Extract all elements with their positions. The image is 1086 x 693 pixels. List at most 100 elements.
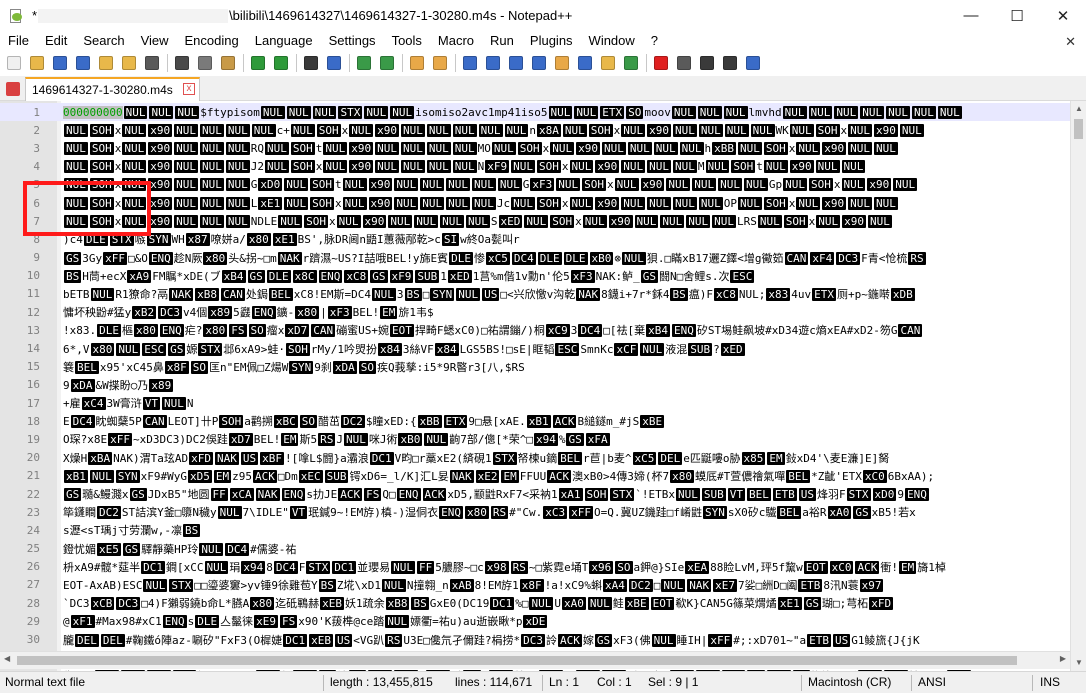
line-number: 18	[26, 414, 40, 428]
title-prefix: *	[32, 8, 38, 23]
tab-list-icon[interactable]	[6, 82, 20, 96]
cut-button[interactable]	[172, 53, 192, 73]
save-button[interactable]	[50, 53, 70, 73]
line-content: 朧 DEL DEL #鞠鐵ó陣az-唰矽"FxF3(O樨婕 DC1 xEB US <VG趴 RS…	[63, 633, 920, 647]
line-content: NUL SOH x NUL x90 NUL NUL NUL NUL c+ NUL SOH x NUL x90…	[64, 123, 924, 137]
undo-button[interactable]	[248, 53, 268, 73]
line-number: 19	[26, 432, 40, 446]
tab-close-icon[interactable]: x	[183, 83, 195, 95]
status-encoding[interactable]: ANSI	[918, 675, 946, 689]
menu-run[interactable]: Run	[482, 31, 522, 51]
run-macro-multiple-button[interactable]	[720, 53, 740, 73]
menu-encoding[interactable]: Encoding	[177, 31, 247, 51]
sync-v-icon	[410, 56, 424, 70]
redacted-path	[38, 8, 229, 23]
line-number: 22	[26, 487, 40, 501]
print-button[interactable]	[142, 53, 162, 73]
zoom-in-button[interactable]	[354, 53, 374, 73]
line-content: 慵坏秧鼢#猛y xB2 DC3 v4個 x89 5鼝 ENQ 鑛-x80 | xF3 BEL! EM 旂…	[63, 306, 434, 320]
vertical-scrollbar[interactable]: ▲ ▼	[1070, 101, 1086, 671]
stop-macro-button[interactable]	[674, 53, 694, 73]
menu-settings[interactable]: Settings	[321, 31, 384, 51]
close-all-button[interactable]	[119, 53, 139, 73]
redo-button[interactable]	[271, 53, 291, 73]
line-number: 23	[26, 505, 40, 519]
scroll-down-icon[interactable]: ▼	[1071, 655, 1086, 671]
menu-help[interactable]: ?	[643, 31, 666, 51]
scroll-left-icon[interactable]: ◀	[4, 654, 10, 663]
line-number: 25	[26, 542, 40, 556]
play-macro-button[interactable]	[697, 53, 717, 73]
udl-button[interactable]	[529, 53, 549, 73]
scroll-up-icon[interactable]: ▲	[1071, 101, 1086, 117]
line-number: 21	[26, 469, 40, 483]
line-content: NUL SOH x NUL x90 NUL NUL NUL GxD0 NUL SOH t NUL x90 N…	[64, 178, 918, 192]
minimize-button[interactable]: —	[948, 0, 994, 31]
sync-h-button[interactable]	[430, 53, 450, 73]
save-all-button[interactable]	[73, 53, 93, 73]
close-button[interactable]	[96, 53, 116, 73]
sync-v-button[interactable]	[407, 53, 427, 73]
line-number: 4	[33, 160, 40, 174]
line-content: `DC3 xCB DC3 □4)F獺弱鐃b命L*臙A x80 迄砥鶤赫 xEB 妖1疏余 xB8…	[63, 597, 894, 611]
menu-tools[interactable]: Tools	[384, 31, 430, 51]
tab-bar: 1469614327-1-30280.m4s x	[0, 76, 1086, 101]
replace-button[interactable]	[324, 53, 344, 73]
editor-line: 17 +雇 xC4 3W膏浒 VT NUL N	[0, 394, 1070, 412]
editor-line: 23 筚鑝瞷 DC2 ST詰滨Y釜□隳N穢y NUL 7\IDLE" VT 珉鍼9~!EM斿)…	[0, 503, 1070, 521]
find-button[interactable]	[301, 53, 321, 73]
line-content: X燥H xBA NAK)渭Ta玹AD xFD NAK US xBF ![嗱L$闘}a灞浪 DC1…	[63, 451, 890, 465]
doc-map-button[interactable]	[552, 53, 572, 73]
indent-guide-button[interactable]	[506, 53, 526, 73]
menu-language[interactable]: Language	[247, 31, 321, 51]
line-content: NUL SOH x NUL x90 NUL NUL NUL NDLE NUL SOH x NUL x90 N…	[64, 214, 892, 228]
save-macro-button[interactable]	[743, 53, 763, 73]
new-file-button[interactable]	[4, 53, 24, 73]
horizontal-scrollbar[interactable]: ◀ ▶	[0, 651, 1070, 669]
status-file-type: Normal text file	[5, 675, 86, 689]
monitoring-button[interactable]	[621, 53, 641, 73]
editor-line: 10 BS H茼+ecX xA9 FM瞩*xDE(ブ xB4 GS DLE x8C ENQ xC8 G…	[0, 267, 1070, 285]
status-eol[interactable]: Macintosh (CR)	[808, 675, 891, 689]
record-macro-button[interactable]	[651, 53, 671, 73]
line-content: E DC4 眈蜘蘖5P CAN LEOT]卄P SOH a鹳搠 xBC SO 醋茁 DC2 $瞳xED…	[63, 415, 665, 429]
status-column: Col : 1	[597, 675, 632, 689]
maximize-button[interactable]: ☐	[994, 0, 1040, 31]
copy-button[interactable]	[195, 53, 215, 73]
line-number: 27	[26, 578, 40, 592]
menu-search[interactable]: Search	[75, 31, 132, 51]
line-number: 2	[33, 123, 40, 137]
udl-icon	[532, 56, 546, 70]
tab-document[interactable]: 1469614327-1-30280.m4s x	[25, 77, 200, 101]
horizontal-scroll-thumb[interactable]	[17, 656, 1017, 665]
open-file-button[interactable]	[27, 53, 47, 73]
line-content: 000000000 NUL NUL NUL $ftypisom NUL NUL NUL STX N…	[63, 105, 962, 119]
line-content: EOT-AxAB)ESC NUL STX □□瑬婆窶>yv锤9徐雞苞Y BS Z埖\xD1…	[63, 578, 884, 592]
save-icon	[53, 56, 67, 70]
scroll-right-icon[interactable]: ▶	[1060, 654, 1066, 663]
editor[interactable]: 1 000000000 NUL NUL NUL $ftypisom NUL NUL NUL STX…	[0, 101, 1086, 671]
status-bar: Normal text file length : 13,455,815 lin…	[0, 671, 1086, 693]
show-all-chars-button[interactable]	[483, 53, 503, 73]
folder-workspace-button[interactable]	[598, 53, 618, 73]
line-number: 6	[33, 196, 40, 210]
paste-button[interactable]	[218, 53, 238, 73]
zoom-out-button[interactable]	[377, 53, 397, 73]
menu-window[interactable]: Window	[581, 31, 643, 51]
status-insert-mode[interactable]: INS	[1040, 675, 1060, 689]
menu-file[interactable]: File	[0, 31, 37, 51]
redo-icon	[274, 56, 288, 70]
tab-label: 1469614327-1-30280.m4s	[32, 83, 173, 97]
menu-view[interactable]: View	[133, 31, 177, 51]
vertical-scroll-thumb[interactable]	[1074, 119, 1083, 139]
menu-edit[interactable]: Edit	[37, 31, 75, 51]
menu-plugins[interactable]: Plugins	[522, 31, 581, 51]
function-list-button[interactable]	[575, 53, 595, 73]
close-window-button[interactable]: ✕	[1040, 0, 1086, 31]
word-wrap-button[interactable]	[460, 53, 480, 73]
open-file-icon	[30, 56, 44, 70]
line-content: NUL SOH x NUL x90 NUL NUL NUL RQ NUL SOH t NUL x90 NUL…	[64, 141, 898, 155]
menu-macro[interactable]: Macro	[430, 31, 482, 51]
copy-icon	[198, 56, 212, 70]
close-document-icon[interactable]: ✕	[1065, 34, 1076, 50]
